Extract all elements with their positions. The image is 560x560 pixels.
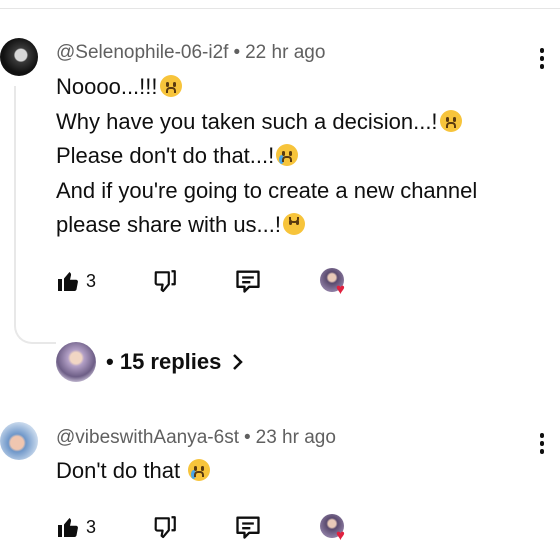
creator-heart-badge: ♥ — [320, 268, 346, 298]
thumbs-down-icon — [154, 270, 176, 293]
like-button[interactable]: 3 — [56, 266, 96, 296]
sad-tear-face-emoji — [188, 459, 211, 481]
worried-face-emoji — [439, 109, 462, 132]
chevron-right-icon — [233, 354, 244, 370]
dislike-button[interactable] — [152, 512, 178, 542]
comment-line: Why have you taken such a decision...! — [56, 105, 477, 140]
reply-button[interactable] — [234, 512, 262, 542]
meta-separator: • — [233, 42, 241, 63]
weary-face-emoji — [159, 75, 182, 97]
dislike-button[interactable] — [152, 266, 178, 296]
comment-line: Don't do that — [56, 454, 211, 489]
comment-author[interactable]: @Selenophile-06-i2f — [56, 42, 228, 63]
thumbs-up-icon — [58, 272, 78, 291]
comment-avatar[interactable] — [0, 38, 38, 76]
comment-time: 22 hr ago — [245, 42, 326, 63]
replies-count-label: 15 replies — [119, 349, 222, 374]
heart-icon: ♥ — [336, 527, 345, 544]
comment-body: Don't do that — [56, 454, 211, 489]
comment-icon — [236, 516, 260, 539]
reply-thread-line — [14, 86, 56, 344]
comment-author[interactable]: @vibeswithAanya-6st — [56, 427, 239, 448]
more-options-icon[interactable] — [539, 48, 545, 72]
creator-heart-badge: ♥ — [320, 514, 346, 544]
comment-body: Noooo...!!! Why have you taken such a de… — [56, 70, 477, 243]
comment-actions: 3 ♥ — [56, 266, 356, 298]
like-count: 3 — [86, 516, 97, 537]
replies-separator: • — [106, 349, 114, 374]
comment-line: And if you're going to create a new chan… — [56, 177, 478, 203]
thumbs-up-icon — [58, 518, 78, 537]
view-replies-button[interactable]: • 15 replies — [56, 340, 245, 384]
like-button[interactable]: 3 — [56, 512, 96, 542]
comment-icon — [236, 270, 260, 293]
heart-icon: ♥ — [336, 281, 345, 298]
comment-avatar[interactable] — [0, 422, 38, 460]
like-count: 3 — [86, 270, 97, 291]
meta-separator: • — [243, 427, 251, 448]
comment-meta: @Selenophile-06-i2f • 22 hr ago — [56, 42, 325, 64]
comment-line: Noooo...!!! — [56, 70, 477, 105]
reply-button[interactable] — [234, 266, 262, 296]
comment-line: Please don't do that...! — [56, 139, 477, 174]
thumbs-down-icon — [154, 516, 176, 539]
crying-face-emoji — [276, 144, 299, 166]
reply-avatar — [56, 342, 96, 382]
more-options-icon[interactable] — [539, 433, 545, 457]
comment-actions: 3 ♥ — [56, 512, 356, 544]
comment-line: please share with us...! — [56, 208, 477, 243]
top-divider — [0, 8, 560, 9]
upside-down-face-emoji — [283, 213, 306, 235]
comment-meta: @vibeswithAanya-6st • 23 hr ago — [56, 427, 336, 449]
comment-time: 23 hr ago — [255, 427, 336, 448]
